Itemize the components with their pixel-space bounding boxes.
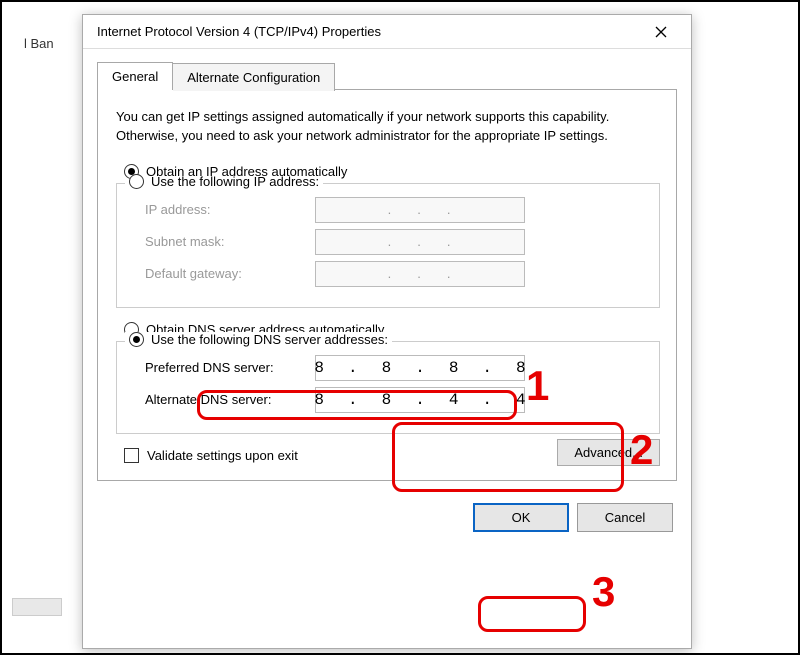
titlebar: Internet Protocol Version 4 (TCP/IPv4) P…	[83, 15, 691, 49]
tabpanel-general: You can get IP settings assigned automat…	[97, 90, 677, 481]
ip-address-label: IP address:	[145, 202, 315, 217]
default-gateway-input: ...	[315, 261, 525, 287]
validate-settings-label: Validate settings upon exit	[147, 448, 298, 463]
tab-general[interactable]: General	[97, 62, 173, 90]
alternate-dns-label: Alternate DNS server:	[145, 392, 315, 407]
radio-dns-manual-label: Use the following DNS server addresses:	[151, 332, 388, 347]
ip-manual-fieldset: Use the following IP address: IP address…	[116, 183, 660, 308]
dns-manual-fieldset: Use the following DNS server addresses: …	[116, 341, 660, 434]
tabstrip: General Alternate Configuration	[97, 61, 677, 90]
close-button[interactable]	[639, 17, 683, 47]
subnet-mask-input: ...	[315, 229, 525, 255]
preferred-dns-label: Preferred DNS server:	[145, 360, 315, 375]
info-text: You can get IP settings assigned automat…	[116, 108, 660, 146]
radio-ip-manual-label: Use the following IP address:	[151, 174, 319, 189]
radio-ip-manual-row[interactable]: Use the following IP address:	[125, 174, 323, 189]
validate-settings-checkbox[interactable]	[124, 448, 139, 463]
close-icon	[655, 26, 667, 38]
radio-dns-manual-row[interactable]: Use the following DNS server addresses:	[125, 332, 392, 347]
subnet-mask-label: Subnet mask:	[145, 234, 315, 249]
default-gateway-label: Default gateway:	[145, 266, 315, 281]
radio-ip-manual[interactable]	[129, 174, 144, 189]
preferred-dns-input[interactable]: 8. 8. 8. 8	[315, 355, 525, 381]
background-window-fragment	[12, 22, 72, 632]
radio-dns-manual[interactable]	[129, 332, 144, 347]
ip-address-input: ...	[315, 197, 525, 223]
background-partial-text: l Ban	[24, 36, 54, 51]
cancel-button[interactable]: Cancel	[577, 503, 673, 532]
dialog-buttons: OK Cancel	[97, 503, 677, 532]
tab-alternate-configuration[interactable]: Alternate Configuration	[173, 63, 335, 91]
alternate-dns-input[interactable]: 8. 8. 4. 4	[315, 387, 525, 413]
dialog-title: Internet Protocol Version 4 (TCP/IPv4) P…	[97, 24, 639, 39]
background-scrollbar	[12, 598, 62, 616]
advanced-button[interactable]: Advanced...	[557, 439, 660, 466]
ipv4-properties-dialog: Internet Protocol Version 4 (TCP/IPv4) P…	[82, 14, 692, 649]
ok-button[interactable]: OK	[473, 503, 569, 532]
